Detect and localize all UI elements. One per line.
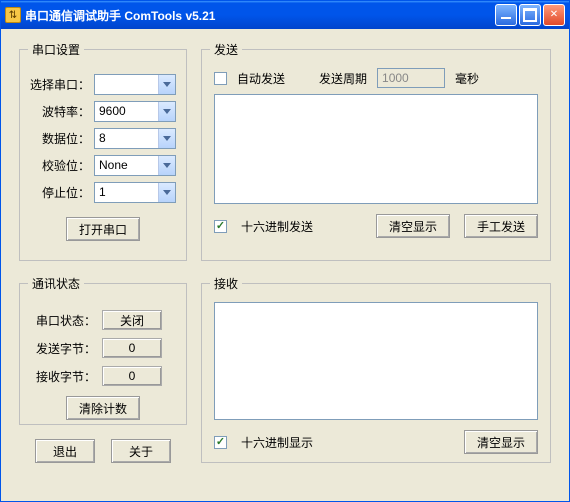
period-input[interactable]: [377, 68, 445, 88]
chevron-down-icon[interactable]: [158, 129, 175, 148]
exit-button[interactable]: 退出: [35, 439, 95, 463]
stopbits-combo[interactable]: 1: [94, 182, 176, 203]
about-button[interactable]: 关于: [111, 439, 171, 463]
minimize-button[interactable]: [495, 4, 517, 26]
chevron-down-icon[interactable]: [158, 156, 175, 175]
databits-combo[interactable]: 8: [94, 128, 176, 149]
titlebar[interactable]: ⇅ 串口通信调试助手 ComTools v5.21: [1, 1, 569, 29]
sent-bytes-value: 0: [102, 338, 162, 358]
clear-recv-button[interactable]: 清空显示: [464, 430, 538, 454]
comm-status-legend: 通讯状态: [28, 275, 84, 292]
databits-label: 数据位：: [30, 130, 90, 147]
parity-combo[interactable]: None: [94, 155, 176, 176]
auto-send-label: 自动发送: [237, 70, 285, 87]
baud-combo[interactable]: 9600: [94, 101, 176, 122]
parity-label: 校验位：: [30, 157, 90, 174]
hex-send-label: 十六进制发送: [241, 218, 313, 235]
recv-bytes-value: 0: [102, 366, 162, 386]
chevron-down-icon[interactable]: [158, 183, 175, 202]
hex-send-checkbox[interactable]: [214, 220, 227, 233]
recv-legend: 接收: [210, 275, 242, 292]
select-port-combo[interactable]: [94, 74, 176, 95]
port-status-value: 关闭: [102, 310, 162, 330]
hex-display-checkbox[interactable]: [214, 436, 227, 449]
close-button[interactable]: [543, 4, 565, 26]
maximize-button[interactable]: [519, 4, 541, 26]
port-status-label: 串口状态：: [30, 312, 96, 329]
baud-label: 波特率：: [30, 103, 90, 120]
chevron-down-icon[interactable]: [158, 102, 175, 121]
stopbits-label: 停止位：: [30, 184, 90, 201]
recv-textarea[interactable]: [214, 302, 538, 420]
chevron-down-icon[interactable]: [158, 75, 175, 94]
app-icon: ⇅: [5, 7, 21, 23]
recv-bytes-label: 接收字节：: [30, 368, 96, 385]
port-settings-group: 串口设置 选择串口： 波特率： 9600 数据位：: [19, 41, 187, 261]
app-window: ⇅ 串口通信调试助手 ComTools v5.21 串口设置 选择串口： 波特率…: [0, 0, 570, 502]
open-port-button[interactable]: 打开串口: [66, 217, 140, 241]
port-settings-legend: 串口设置: [28, 41, 84, 58]
client-area: 串口设置 选择串口： 波特率： 9600 数据位：: [1, 29, 569, 501]
send-legend: 发送: [210, 41, 242, 58]
recv-group: 接收 十六进制显示 清空显示: [201, 275, 551, 463]
select-port-label: 选择串口：: [30, 76, 90, 93]
send-textarea[interactable]: [214, 94, 538, 204]
clear-count-button[interactable]: 清除计数: [66, 396, 140, 420]
comm-status-group: 通讯状态 串口状态： 关闭 发送字节： 0 接收字节： 0 清除计数: [19, 275, 187, 425]
manual-send-button[interactable]: 手工发送: [464, 214, 538, 238]
send-group: 发送 自动发送 发送周期 毫秒 十六进制发送 清空显示 手工发送: [201, 41, 551, 261]
hex-display-label: 十六进制显示: [241, 434, 313, 451]
sent-bytes-label: 发送字节：: [30, 340, 96, 357]
window-title: 串口通信调试助手 ComTools v5.21: [25, 7, 493, 24]
clear-send-button[interactable]: 清空显示: [376, 214, 450, 238]
auto-send-checkbox[interactable]: [214, 72, 227, 85]
period-unit: 毫秒: [455, 70, 479, 87]
period-label: 发送周期: [319, 70, 367, 87]
